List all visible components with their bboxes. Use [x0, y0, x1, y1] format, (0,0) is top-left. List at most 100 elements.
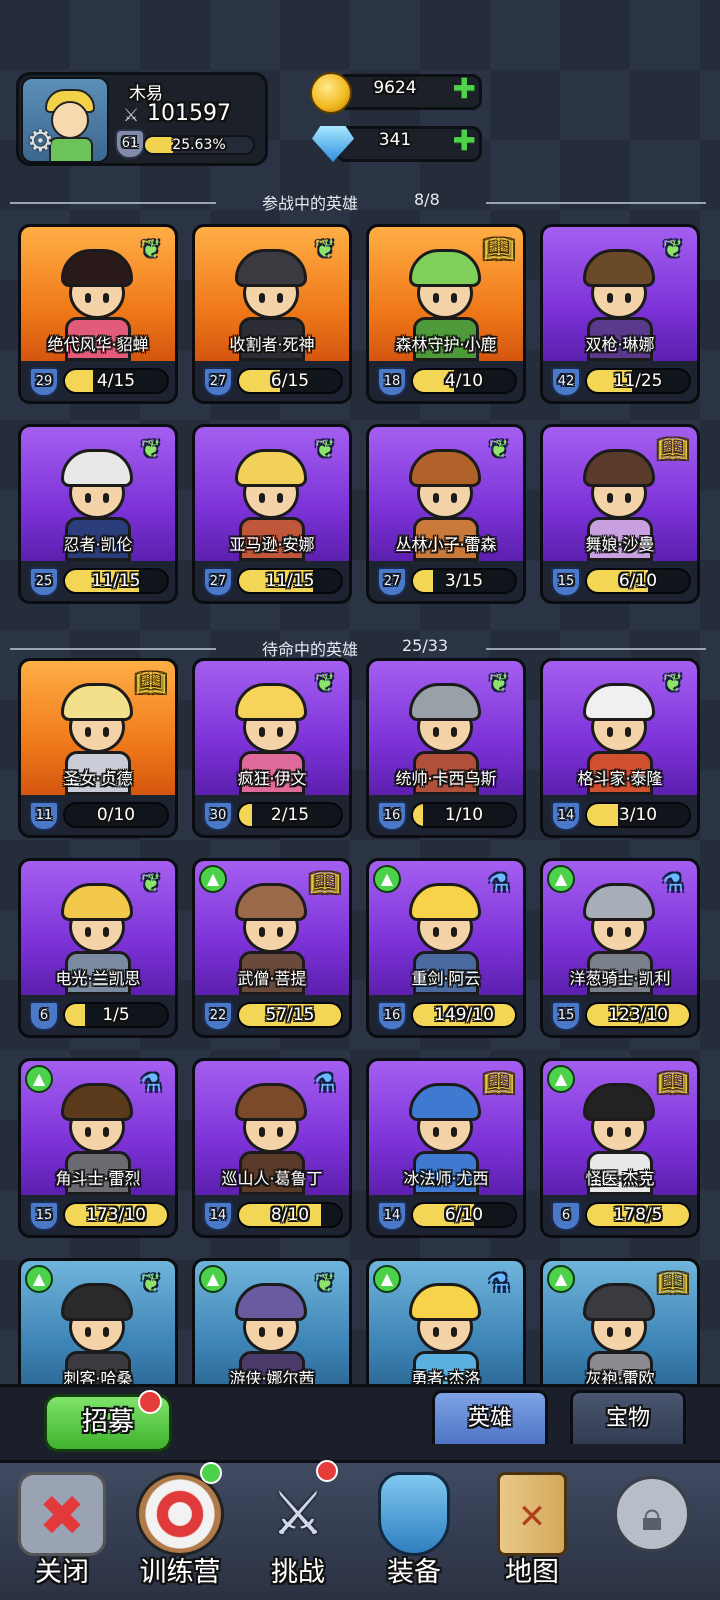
target-icon [136, 1472, 224, 1556]
hero-card[interactable]: ▲ ⚗ 洋葱骑士·凯利 15 123/10 [540, 858, 700, 1038]
hero-card-footer: 27 3/15 [369, 561, 523, 601]
hero-level-badge: 30 [203, 801, 233, 831]
hero-level-badge: 27 [377, 567, 407, 597]
upgrade-arrow-icon: ▲ [547, 865, 575, 893]
hero-shard-progress-bar: 123/10 [585, 1002, 691, 1028]
close-icon: ✖ [18, 1472, 106, 1556]
hero-shard-progress-text: 6/15 [270, 371, 310, 391]
potion-icon: ⚗ [488, 869, 510, 897]
hero-card[interactable]: ▲ ⚗ 重剑·阿云 16 149/10 [366, 858, 526, 1038]
hero-name: 巡山人·葛鲁丁 [221, 1169, 323, 1188]
hero-card-footer: 42 11/25 [543, 361, 697, 401]
hero-name: 角斗士·雷烈 [55, 1169, 141, 1188]
hero-level-badge: 6 [29, 1001, 59, 1031]
standby-heroes-header: 待命中的英雄 25/33 [10, 636, 706, 660]
player-profile[interactable]: ⚙ 木易 ⚔ 101597 61 25.63% [16, 72, 268, 166]
wing-icon: ❦ [314, 669, 336, 697]
hero-shard-progress-bar: 3/10 [585, 802, 691, 828]
hero-card[interactable]: 📖︎ 圣女·贞德 11 0/10 [18, 658, 178, 838]
hero-card[interactable]: ❦ 收割者·死神 27 6/15 [192, 224, 352, 404]
hero-shard-progress-bar: 11/15 [63, 568, 169, 594]
recruit-notification-dot [138, 1390, 162, 1414]
hero-shard-progress-bar: 57/15 [237, 1002, 343, 1028]
book-icon: 📖︎ [135, 669, 167, 697]
hero-shard-progress-text: 3/10 [618, 805, 658, 825]
hero-card[interactable]: ❦ 忍者·凯伦 25 11/15 [18, 424, 178, 604]
upgrade-arrow-icon: ▲ [373, 1265, 401, 1293]
hero-shard-progress-bar: 1/10 [411, 802, 517, 828]
hero-card[interactable]: ▲ ⚗ 角斗士·雷烈 15 173/10 [18, 1058, 178, 1238]
hero-card[interactable]: ❦ 丛林小子·雷森 27 3/15 [366, 424, 526, 604]
hero-shard-progress-text: 11/25 [613, 371, 663, 391]
nav-locked[interactable]: 🔒︎ [594, 1466, 710, 1596]
nav-map[interactable]: ✕ 地图 [474, 1466, 590, 1596]
hero-card[interactable]: ❦ 双枪·琳娜 42 11/25 [540, 224, 700, 404]
hero-card[interactable]: ❦ 电光·兰凯思 6 1/5 [18, 858, 178, 1038]
nav-close[interactable]: ✖ 关闭 [4, 1466, 120, 1596]
power-swords-icon: ⚔ [123, 105, 140, 126]
tab-treasure[interactable]: 宝物 [570, 1390, 686, 1444]
hero-shard-progress-text: 3/15 [444, 571, 484, 591]
hero-shard-progress-text: 149/10 [434, 1005, 494, 1025]
player-exp-bar: 25.63% [143, 135, 255, 155]
upgrade-arrow-icon: ▲ [547, 1265, 575, 1293]
hero-name: 洋葱骑士·凯利 [569, 969, 671, 988]
hero-name: 收割者·死神 [229, 335, 315, 354]
player-avatar[interactable]: ⚙ [21, 77, 109, 163]
hero-shard-progress-bar: 8/10 [237, 1202, 343, 1228]
hero-card[interactable]: ❦ 绝代风华·貂蝉 29 4/15 [18, 224, 178, 404]
wing-icon: ❦ [662, 669, 684, 697]
hero-level-badge: 6 [551, 1201, 581, 1231]
hero-card-footer: 30 2/15 [195, 795, 349, 835]
armor-icon [378, 1472, 450, 1556]
hero-level-badge: 14 [203, 1201, 233, 1231]
hero-card[interactable]: 📖︎ 舞娘·沙曼 15 6/10 [540, 424, 700, 604]
hero-card[interactable]: ▲ 📖︎ 武僧·菩提 22 57/15 [192, 858, 352, 1038]
wing-icon: ❦ [488, 435, 510, 463]
lock-icon: 🔒︎ [614, 1476, 690, 1552]
player-power: 101597 [147, 101, 231, 126]
add-gems-button[interactable]: ✚ [453, 127, 476, 155]
hero-shard-progress-text: 178/5 [613, 1205, 663, 1225]
hero-shard-progress-bar: 6/10 [411, 1202, 517, 1228]
nav-challenge[interactable]: ⚔ 挑战 [240, 1460, 356, 1596]
hero-shard-progress-text: 4/10 [444, 371, 484, 391]
hero-level-badge: 16 [377, 1001, 407, 1031]
wing-icon: ❦ [140, 435, 162, 463]
tab-heroes[interactable]: 英雄 [432, 1390, 548, 1444]
hero-name: 重剑·阿云 [411, 969, 481, 988]
hero-shard-progress-bar: 4/10 [411, 368, 517, 394]
hero-name: 森林守护·小鹿 [395, 335, 497, 354]
hero-card[interactable]: ❦ 统帅·卡西乌斯 16 1/10 [366, 658, 526, 838]
hero-level-badge: 16 [377, 801, 407, 831]
hero-card[interactable]: ⚗ 巡山人·葛鲁丁 14 8/10 [192, 1058, 352, 1238]
upgrade-arrow-icon: ▲ [373, 865, 401, 893]
nav-equipment[interactable]: 装备 [356, 1466, 472, 1596]
hero-card[interactable]: 📖︎ 森林守护·小鹿 18 4/10 [366, 224, 526, 404]
nav-equipment-label: 装备 [387, 1557, 441, 1588]
book-icon: 📖︎ [657, 1069, 689, 1097]
wing-icon: ❦ [140, 1269, 162, 1297]
wing-icon: ❦ [140, 235, 162, 263]
gold-counter: 9624 ✚ [310, 72, 482, 114]
nav-training-camp[interactable]: 训练营 [122, 1462, 238, 1596]
hero-shard-progress-text: 6/10 [618, 571, 658, 591]
hero-level-badge: 11 [29, 801, 59, 831]
hero-card[interactable]: ❦ 亚马逊·安娜 27 11/15 [192, 424, 352, 604]
standby-heroes-count: 25/33 [402, 636, 449, 655]
hero-card[interactable]: ❦ 疯狂·伊文 30 2/15 [192, 658, 352, 838]
hero-shard-progress-text: 2/15 [270, 805, 310, 825]
nav-training-label: 训练营 [139, 1557, 221, 1588]
settings-gear-icon[interactable]: ⚙ [27, 124, 54, 159]
hero-card[interactable]: ❦ 格斗家·泰隆 14 3/10 [540, 658, 700, 838]
hero-level-badge: 14 [551, 801, 581, 831]
add-gold-button[interactable]: ✚ [453, 75, 476, 103]
hero-card[interactable]: ▲ 📖︎ 怪医·杰克 6 178/5 [540, 1058, 700, 1238]
hero-level-badge: 25 [29, 567, 59, 597]
hero-shard-progress-bar: 6/10 [585, 568, 691, 594]
hero-shard-progress-bar: 11/15 [237, 568, 343, 594]
hero-shard-progress-bar: 11/25 [585, 368, 691, 394]
hero-name: 丛林小子·雷森 [395, 535, 497, 554]
hero-card-footer: 15 173/10 [21, 1195, 175, 1235]
hero-card[interactable]: 📖︎ 冰法师·尤西 14 6/10 [366, 1058, 526, 1238]
